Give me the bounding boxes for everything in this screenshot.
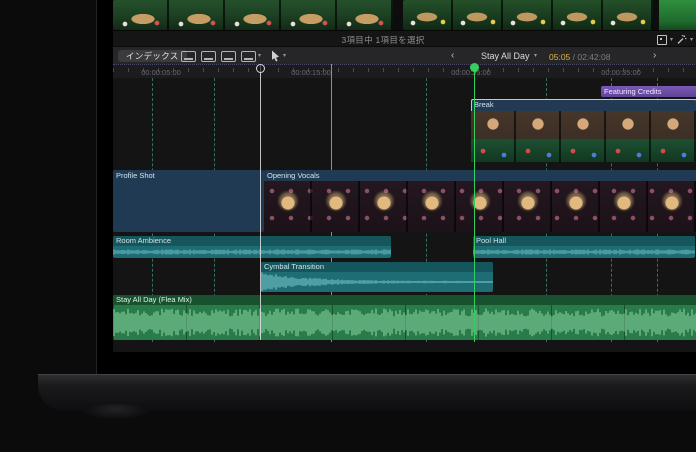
ruler-tick-label: 00:00:05:00 bbox=[126, 68, 196, 77]
clip-appearance-icon-2[interactable] bbox=[201, 51, 216, 62]
clip-filmstrip bbox=[264, 181, 696, 232]
skimmer-line bbox=[260, 64, 261, 340]
select-tool-pointer-icon[interactable] bbox=[271, 50, 280, 62]
clip-pool-hall[interactable]: Pool Hall bbox=[473, 236, 695, 258]
chevron-down-icon[interactable]: ▾ bbox=[258, 53, 261, 59]
clip-label: Break bbox=[471, 99, 696, 111]
clip-filmstrip bbox=[113, 181, 264, 232]
next-project-button[interactable]: › bbox=[653, 50, 656, 62]
clip-label: Stay All Day (Flea Mix) bbox=[113, 295, 696, 305]
clip-profile-shot[interactable]: Profile Shot bbox=[113, 170, 264, 232]
timecode-current: 05:05 bbox=[549, 52, 570, 62]
browser-clip-thumbnail-2[interactable] bbox=[403, 0, 653, 30]
clip-appearance-icon-1[interactable] bbox=[181, 51, 196, 62]
transform-icon[interactable] bbox=[657, 35, 667, 45]
chevron-down-icon[interactable]: ▾ bbox=[670, 37, 673, 43]
clip-label: Featuring Credits bbox=[601, 86, 696, 96]
viewer-tools: ▾ ▾ bbox=[657, 34, 693, 45]
clip-label: Cymbal Transition bbox=[261, 262, 493, 272]
timeline-ruler[interactable]: 00:00:05:00 00:00:15:00 00:00:25:00 00:0… bbox=[113, 64, 696, 79]
clip-label: Pool Hall bbox=[473, 236, 695, 246]
playhead-head-icon[interactable] bbox=[470, 63, 479, 72]
chevron-down-icon[interactable]: ▾ bbox=[690, 37, 693, 43]
audio-waveform bbox=[261, 272, 493, 292]
previous-project-button[interactable]: ‹ bbox=[451, 50, 454, 62]
clip-appearance-icon-3[interactable] bbox=[221, 51, 236, 62]
clip-opening-vocals[interactable]: Opening Vocals bbox=[264, 170, 696, 232]
clip-stay-all-day-music[interactable]: Stay All Day (Flea Mix) bbox=[113, 295, 696, 340]
clip-room-ambience[interactable]: Room Ambience bbox=[113, 236, 391, 258]
viewer-preview bbox=[659, 0, 696, 30]
chevron-down-icon[interactable]: ▾ bbox=[283, 53, 286, 59]
timeline-tracks: Featuring Credits Break Profile Shot Ope… bbox=[113, 78, 696, 352]
clip-label: Room Ambience bbox=[113, 236, 391, 246]
macbook-foot bbox=[84, 404, 148, 419]
timecode-display: 05:05 / 02:42:08 bbox=[549, 52, 610, 62]
browser-strip-row bbox=[113, 0, 696, 30]
timeline-toolbar: インデックス ▾ ▾ ‹ Stay All Day ▾ 05:05 / 02:4… bbox=[113, 46, 696, 66]
clip-filmstrip bbox=[471, 111, 696, 162]
browser-status-bar: 3項目中 1項目を選択 ▾ ▾ bbox=[113, 30, 696, 47]
clip-featuring-credits[interactable]: Featuring Credits bbox=[601, 86, 696, 97]
macbook-screen: 3項目中 1項目を選択 ▾ ▾ インデックス bbox=[96, 0, 696, 374]
macbook-photo: 3項目中 1項目を選択 ▾ ▾ インデックス bbox=[0, 0, 696, 452]
playhead-line[interactable] bbox=[474, 64, 475, 342]
clip-label: Opening Vocals bbox=[264, 170, 696, 181]
chevron-down-icon[interactable]: ▾ bbox=[534, 53, 537, 59]
skimmer-head-icon bbox=[256, 64, 265, 73]
browser-clip-thumbnail-1[interactable] bbox=[113, 0, 393, 30]
index-button[interactable]: インデックス bbox=[118, 50, 187, 62]
clip-break-selected[interactable]: Break bbox=[471, 99, 696, 162]
timecode-total: 02:42:08 bbox=[577, 52, 610, 62]
clip-appearance-icon-4[interactable] bbox=[241, 51, 256, 62]
clip-cymbal-transition[interactable]: Cymbal Transition bbox=[261, 262, 493, 292]
ruler-tick-label: 00:00:15:00 bbox=[276, 68, 346, 77]
fcp-window: 3項目中 1項目を選択 ▾ ▾ インデックス bbox=[113, 0, 696, 352]
project-name[interactable]: Stay All Day bbox=[481, 51, 530, 61]
selection-status-text: 3項目中 1項目を選択 bbox=[113, 34, 653, 46]
audio-waveform bbox=[113, 305, 696, 340]
audio-waveform bbox=[473, 246, 695, 258]
clip-label: Profile Shot bbox=[113, 170, 264, 181]
audio-waveform bbox=[113, 246, 391, 258]
ruler-tick-label: 00:00:35:00 bbox=[586, 68, 656, 77]
enhancements-wand-icon[interactable] bbox=[676, 34, 687, 45]
